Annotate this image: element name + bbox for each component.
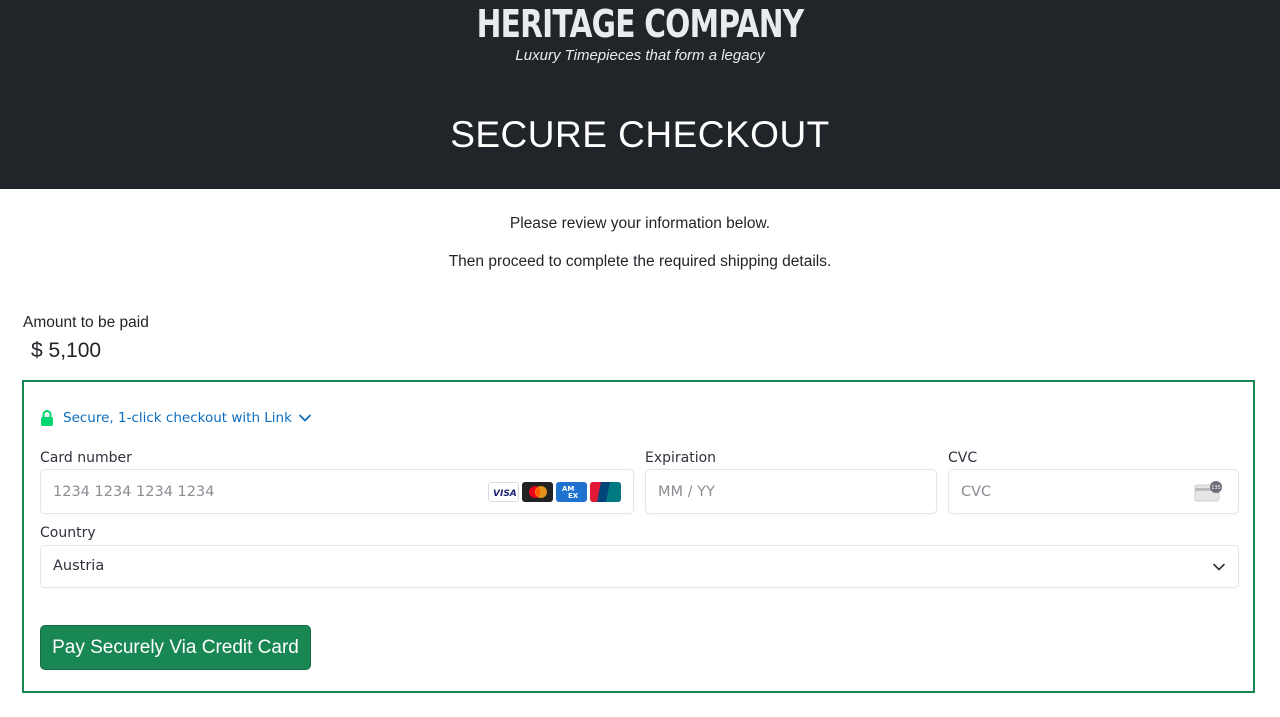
amex-logo: AM EX (556, 482, 587, 502)
card-number-label: Card number (40, 450, 132, 466)
cvc-field[interactable]: 135 (948, 469, 1239, 514)
mastercard-logo (522, 482, 553, 502)
card-brand-logos: VISA AM EX (488, 482, 621, 502)
brand-tagline: Luxury Timepieces that form a legacy (515, 47, 765, 64)
card-number-field[interactable]: VISA AM EX (40, 469, 634, 514)
unionpay-logo (590, 482, 621, 502)
site-header: HERITAGE COMPANY Luxury Timepieces that … (0, 0, 1280, 189)
lock-icon (40, 410, 54, 426)
card-number-input[interactable] (53, 470, 468, 513)
chevron-down-icon (298, 411, 312, 425)
expiration-input[interactable] (658, 470, 861, 513)
cvc-card-icon: 135 (1194, 481, 1224, 508)
link-checkout-toggle[interactable]: Secure, 1-click checkout with Link (40, 410, 312, 426)
brand-name: HERITAGE COMPANY (476, 2, 805, 46)
chevron-down-icon (1212, 560, 1226, 579)
expiration-field[interactable] (645, 469, 937, 514)
link-checkout-label: Secure, 1-click checkout with Link (63, 410, 292, 426)
visa-logo: VISA (488, 482, 519, 502)
amount-label: Amount to be paid (23, 314, 149, 331)
intro-line-2: Then proceed to complete the required sh… (448, 253, 832, 270)
page-title: SECURE CHECKOUT (450, 114, 830, 155)
payment-form: Secure, 1-click checkout with Link Card … (22, 380, 1255, 693)
country-select[interactable]: Austria (40, 545, 1239, 588)
svg-text:VISA: VISA (493, 489, 516, 497)
svg-text:EX: EX (568, 492, 579, 500)
amount-value: $ 5,100 (31, 339, 102, 362)
cvc-label: CVC (948, 450, 978, 466)
cvc-input[interactable] (961, 470, 1164, 513)
pay-button[interactable]: Pay Securely Via Credit Card (40, 625, 311, 670)
country-selected-value: Austria (53, 558, 105, 574)
country-label: Country (40, 525, 96, 541)
svg-text:135: 135 (1211, 485, 1221, 491)
expiration-label: Expiration (645, 450, 717, 466)
intro-line-1: Please review your information below. (509, 215, 771, 232)
